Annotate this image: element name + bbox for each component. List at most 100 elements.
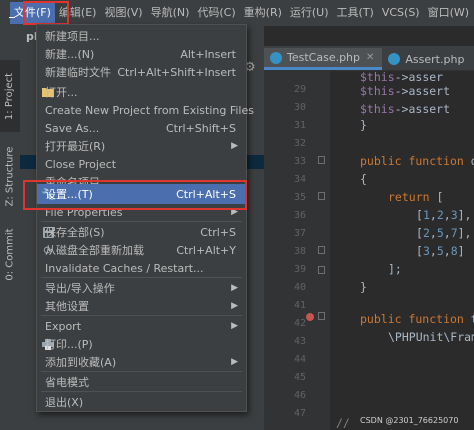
menu-item-label: 退出(X) (45, 396, 84, 409)
menu-item-close-project[interactable]: Close Project (37, 155, 246, 173)
menu-vcs[interactable]: VCS(S) (378, 2, 424, 24)
menu-item-label: 打印...(P) (45, 338, 93, 351)
submenu-arrow-icon: ▶ (231, 321, 238, 331)
code-line: $this->assert (360, 84, 451, 98)
menu-item-power-save[interactable]: 省电模式 (37, 373, 246, 391)
line-number: 46 (293, 390, 306, 401)
menu-item-new-scratch[interactable]: 新建临时文件 Ctrl+Alt+Shift+Insert (37, 63, 246, 81)
menu-run[interactable]: 运行(U) (286, 2, 333, 24)
menu-item-invalidate-caches[interactable]: Invalidate Caches / Restart... (37, 259, 246, 277)
menu-item-label: 其他设置 (45, 300, 89, 313)
line-number: 39 (293, 264, 306, 275)
menu-shortcut: Ctrl+Shift+S (166, 121, 236, 135)
line-number: 37 (293, 228, 306, 239)
submenu-arrow-icon: ▶ (231, 141, 238, 151)
code-line: ]; (388, 262, 402, 276)
menu-item-open-recent[interactable]: 打开最近(R) ▶ (37, 137, 246, 155)
menu-item-label: Save As... (45, 121, 100, 135)
code-editor[interactable]: $this->asser $this->assert $this->assert… (336, 70, 474, 430)
tab-commit[interactable]: 0: Commit (0, 222, 20, 286)
code-line: return [ (388, 190, 444, 204)
menu-shortcut: Ctrl+S (200, 225, 236, 239)
menu-code[interactable]: 代码(C) (193, 2, 239, 24)
code-line: public function t (360, 312, 474, 326)
submenu-arrow-icon: ▶ (231, 301, 238, 311)
line-number: 47 (293, 408, 306, 419)
menu-item-new[interactable]: 新建...(N) Alt+Insert (37, 45, 246, 63)
menu-item-exit[interactable]: 退出(X) (37, 393, 246, 411)
line-number: 45 (293, 372, 306, 383)
tab-assert[interactable]: Assert.php (382, 48, 472, 70)
tab-label: TestCase.php (287, 51, 361, 64)
menu-edit[interactable]: 编辑(E) (55, 2, 101, 24)
code-line: } (360, 118, 367, 132)
menu-item-file-properties[interactable]: File Properties ▶ (37, 203, 246, 221)
tool-window-strip: 1: Project Z: Structure 0: Commit (0, 26, 21, 430)
fold-marker-icon[interactable] (318, 312, 325, 320)
menu-item-save-as[interactable]: Save As... Ctrl+Shift+S (37, 119, 246, 137)
menu-item-label: 添加到收藏(A) (45, 356, 117, 369)
menu-item-settings[interactable]: 🔧 设置...(T) Ctrl+Alt+S (37, 184, 246, 204)
menu-item-label: Close Project (45, 157, 117, 171)
line-number: 31 (293, 120, 306, 131)
menu-shortcut: Ctrl+Alt+Shift+Insert (117, 65, 236, 79)
fold-marker-icon[interactable] (318, 246, 325, 254)
watermark: CSDN @2301_76625070 (360, 416, 459, 425)
menu-refactor[interactable]: 重构(R) (240, 2, 286, 24)
line-number: 35 (293, 192, 306, 203)
tab-label: Assert.php (405, 52, 465, 66)
submenu-arrow-icon: ▶ (231, 283, 238, 293)
menu-window[interactable]: 窗口(W) (424, 2, 473, 24)
tab-project-label: 1: Project (4, 72, 16, 120)
line-number: 42 (293, 318, 306, 329)
menu-item-import-export[interactable]: 导出/导入操作 ▶ (37, 279, 246, 297)
tab-structure[interactable]: Z: Structure (0, 136, 20, 216)
line-number: 38 (293, 246, 306, 257)
menu-item-export[interactable]: Export ▶ (37, 317, 246, 335)
menu-item-open[interactable]: 打开... (37, 83, 246, 101)
menu-item-other-settings[interactable]: 其他设置 ▶ (37, 297, 246, 315)
code-line: [3,5,8] (416, 244, 465, 258)
code-line: // (336, 416, 350, 430)
menu-item-label: 新建...(N) (45, 48, 95, 61)
menu-item-new-project[interactable]: 新建项目... (37, 27, 246, 45)
fold-marker-icon[interactable] (318, 266, 325, 274)
line-number: 43 (293, 336, 306, 347)
menu-item-label: 保存全部(S) (45, 226, 105, 239)
line-number: 36 (293, 210, 306, 221)
run-test-icon[interactable] (306, 313, 314, 321)
menu-item-reload-all[interactable]: ⟳ 从磁盘全部重新加载 Ctrl+Alt+Y (37, 241, 246, 259)
menu-item-add-favorites[interactable]: 添加到收藏(A) ▶ (37, 353, 246, 371)
php-class-icon (270, 51, 282, 64)
menu-item-label: 设置...(T) (45, 188, 93, 201)
fold-marker-icon[interactable] (318, 192, 325, 200)
menu-file[interactable]: 文件(F) (10, 2, 55, 24)
menu-item-print[interactable]: 打印...(P) (37, 335, 246, 353)
code-line: } (360, 280, 367, 294)
menu-item-save-all[interactable]: 保存全部(S) Ctrl+S (37, 223, 246, 241)
menu-item-label: Invalidate Caches / Restart... (45, 261, 204, 275)
menu-view[interactable]: 视图(V) (100, 2, 146, 24)
menu-shortcut: Ctrl+Alt+Y (176, 243, 236, 257)
close-icon[interactable]: ✕ (366, 52, 374, 63)
menu-item-new-from-existing[interactable]: Create New Project from Existing Files (37, 101, 254, 119)
menu-bar: 文件(F) 编辑(E) 视图(V) 导航(N) 代码(C) 重构(R) 运行(U… (0, 0, 474, 26)
menu-separator (41, 315, 242, 316)
tab-testcase[interactable]: TestCase.php ✕ (264, 48, 383, 70)
menu-separator (41, 371, 242, 372)
menu-item-label: 新建项目... (45, 30, 100, 43)
menu-separator (41, 221, 242, 222)
line-number: 41 (293, 300, 306, 311)
menu-tools[interactable]: 工具(T) (333, 2, 378, 24)
menu-item-label: 省电模式 (45, 376, 89, 389)
menu-item-label: 导出/导入操作 (45, 282, 115, 295)
code-line: [1,2,3], (416, 208, 472, 222)
tab-project[interactable]: 1: Project (0, 60, 20, 132)
line-number: 34 (293, 174, 306, 185)
code-line: \PHPUnit\Fram (388, 330, 474, 344)
menu-item-label: Export (45, 319, 82, 333)
menu-item-label: File Properties (45, 205, 123, 219)
menu-navigate[interactable]: 导航(N) (147, 2, 194, 24)
fold-marker-icon[interactable] (318, 156, 325, 164)
line-number: 40 (293, 282, 306, 293)
